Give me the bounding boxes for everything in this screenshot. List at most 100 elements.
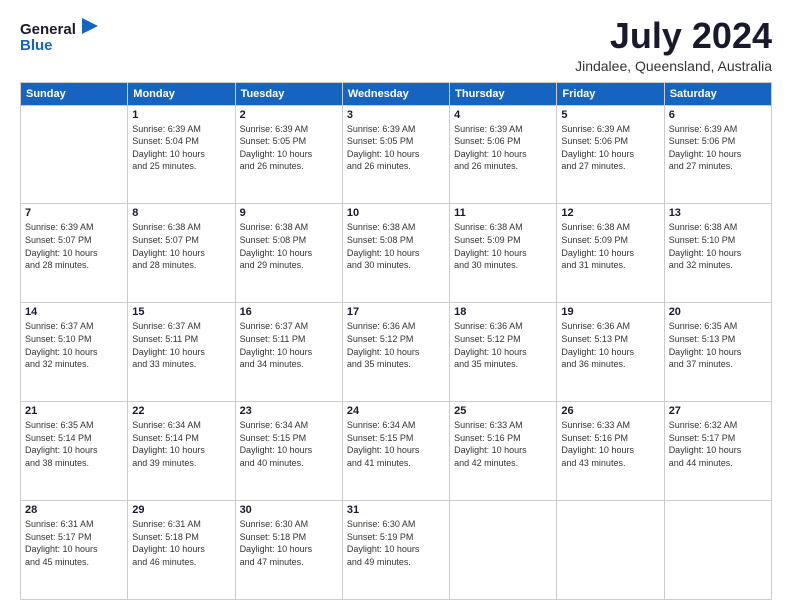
day-number: 7 (25, 207, 123, 219)
day-info: Sunrise: 6:31 AM Sunset: 5:18 PM Dayligh… (132, 518, 230, 568)
weekday-header-row: SundayMondayTuesdayWednesdayThursdayFrid… (21, 82, 772, 105)
day-info: Sunrise: 6:37 AM Sunset: 5:11 PM Dayligh… (132, 320, 230, 370)
day-info: Sunrise: 6:35 AM Sunset: 5:14 PM Dayligh… (25, 419, 123, 469)
month-title: July 2024 (575, 16, 772, 56)
calendar-cell: 23Sunrise: 6:34 AM Sunset: 5:15 PM Dayli… (235, 402, 342, 501)
week-row-5: 28 Sunrise: 6:31 AM Sunset: 5:17 PM Dayli… (21, 501, 772, 600)
week-row-3: 14 Sunrise: 6:37 AM Sunset: 5:10 PM Dayli… (21, 303, 772, 402)
day-info: Sunrise: 6:34 AM Sunset: 5:15 PM Dayligh… (347, 419, 445, 469)
day-number: 28 (25, 504, 123, 516)
day-number: 16 (240, 306, 338, 318)
day-number: 12 (561, 207, 659, 219)
day-info: Sunrise: 6:30 AM Sunset: 5:19 PM Dayligh… (347, 518, 445, 568)
header: General Blue July 2024 Jindalee, Queensl… (20, 16, 772, 74)
day-number: 13 (669, 207, 767, 219)
day-number: 3 (347, 109, 445, 121)
calendar-cell: 15 Sunrise: 6:37 AM Sunset: 5:11 PM Dayli… (128, 303, 235, 402)
calendar-cell: 20 Sunrise: 6:35 AM Sunset: 5:13 PM Dayli… (664, 303, 771, 402)
calendar-cell: 16 Sunrise: 6:37 AM Sunset: 5:11 PM Dayli… (235, 303, 342, 402)
calendar-cell: 27 Sunrise: 6:32 AM Sunset: 5:17 PM Dayli… (664, 402, 771, 501)
day-info: Sunrise: 6:38 AM Sunset: 5:08 PM Dayligh… (240, 221, 338, 271)
day-number: 1 (132, 109, 230, 121)
calendar-cell: 14 Sunrise: 6:37 AM Sunset: 5:10 PM Dayli… (21, 303, 128, 402)
day-number: 14 (25, 306, 123, 318)
calendar-cell: 10Sunrise: 6:38 AM Sunset: 5:08 PM Dayli… (342, 204, 449, 303)
week-row-1: 1Sunrise: 6:39 AM Sunset: 5:04 PM Daylig… (21, 105, 772, 204)
day-info: Sunrise: 6:39 AM Sunset: 5:05 PM Dayligh… (347, 123, 445, 173)
calendar-cell (664, 501, 771, 600)
calendar-cell: 4Sunrise: 6:39 AM Sunset: 5:06 PM Daylig… (450, 105, 557, 204)
day-number: 2 (240, 109, 338, 121)
day-number: 31 (347, 504, 445, 516)
weekday-header-wednesday: Wednesday (342, 82, 449, 105)
day-number: 17 (347, 306, 445, 318)
day-number: 22 (132, 405, 230, 417)
day-info: Sunrise: 6:38 AM Sunset: 5:07 PM Dayligh… (132, 221, 230, 271)
weekday-header-tuesday: Tuesday (235, 82, 342, 105)
svg-text:General: General (20, 21, 76, 38)
day-info: Sunrise: 6:36 AM Sunset: 5:12 PM Dayligh… (347, 320, 445, 370)
weekday-header-friday: Friday (557, 82, 664, 105)
page: General Blue July 2024 Jindalee, Queensl… (0, 0, 792, 612)
calendar-cell: 22 Sunrise: 6:34 AM Sunset: 5:14 PM Dayli… (128, 402, 235, 501)
calendar-cell: 19Sunrise: 6:36 AM Sunset: 5:13 PM Dayli… (557, 303, 664, 402)
calendar-table: SundayMondayTuesdayWednesdayThursdayFrid… (20, 82, 772, 600)
logo-area: General Blue (20, 16, 100, 65)
calendar-cell: 5Sunrise: 6:39 AM Sunset: 5:06 PM Daylig… (557, 105, 664, 204)
day-number: 24 (347, 405, 445, 417)
day-number: 15 (132, 306, 230, 318)
calendar-cell: 3 Sunrise: 6:39 AM Sunset: 5:05 PM Daylig… (342, 105, 449, 204)
weekday-header-thursday: Thursday (450, 82, 557, 105)
day-info: Sunrise: 6:37 AM Sunset: 5:11 PM Dayligh… (240, 320, 338, 370)
title-area: July 2024 Jindalee, Queensland, Australi… (575, 16, 772, 74)
week-row-4: 21 Sunrise: 6:35 AM Sunset: 5:14 PM Dayli… (21, 402, 772, 501)
location-title: Jindalee, Queensland, Australia (575, 58, 772, 74)
day-info: Sunrise: 6:32 AM Sunset: 5:17 PM Dayligh… (669, 419, 767, 469)
day-number: 8 (132, 207, 230, 219)
day-info: Sunrise: 6:38 AM Sunset: 5:10 PM Dayligh… (669, 221, 767, 271)
day-number: 21 (25, 405, 123, 417)
calendar-cell: 26 Sunrise: 6:33 AM Sunset: 5:16 PM Dayli… (557, 402, 664, 501)
calendar-cell: 17 Sunrise: 6:36 AM Sunset: 5:12 PM Dayli… (342, 303, 449, 402)
day-info: Sunrise: 6:35 AM Sunset: 5:13 PM Dayligh… (669, 320, 767, 370)
day-number: 29 (132, 504, 230, 516)
day-info: Sunrise: 6:34 AM Sunset: 5:15 PM Dayligh… (240, 419, 338, 469)
day-number: 30 (240, 504, 338, 516)
calendar-cell: 7Sunrise: 6:39 AM Sunset: 5:07 PM Daylig… (21, 204, 128, 303)
day-number: 9 (240, 207, 338, 219)
day-number: 25 (454, 405, 552, 417)
calendar-cell: 9 Sunrise: 6:38 AM Sunset: 5:08 PM Daylig… (235, 204, 342, 303)
weekday-header-monday: Monday (128, 82, 235, 105)
day-number: 20 (669, 306, 767, 318)
day-number: 27 (669, 405, 767, 417)
week-row-2: 7Sunrise: 6:39 AM Sunset: 5:07 PM Daylig… (21, 204, 772, 303)
day-number: 4 (454, 109, 552, 121)
calendar-cell: 31 Sunrise: 6:30 AM Sunset: 5:19 PM Dayli… (342, 501, 449, 600)
calendar-cell: 12Sunrise: 6:38 AM Sunset: 5:09 PM Dayli… (557, 204, 664, 303)
day-number: 26 (561, 405, 659, 417)
calendar-cell: 30 Sunrise: 6:30 AM Sunset: 5:18 PM Dayli… (235, 501, 342, 600)
day-info: Sunrise: 6:34 AM Sunset: 5:14 PM Dayligh… (132, 419, 230, 469)
day-info: Sunrise: 6:39 AM Sunset: 5:05 PM Dayligh… (240, 123, 338, 173)
day-info: Sunrise: 6:30 AM Sunset: 5:18 PM Dayligh… (240, 518, 338, 568)
calendar-cell (21, 105, 128, 204)
calendar-cell: 18Sunrise: 6:36 AM Sunset: 5:12 PM Dayli… (450, 303, 557, 402)
day-number: 18 (454, 306, 552, 318)
calendar-cell: 6Sunrise: 6:39 AM Sunset: 5:06 PM Daylig… (664, 105, 771, 204)
calendar-cell: 25Sunrise: 6:33 AM Sunset: 5:16 PM Dayli… (450, 402, 557, 501)
logo: General Blue (20, 16, 100, 65)
day-info: Sunrise: 6:39 AM Sunset: 5:06 PM Dayligh… (669, 123, 767, 173)
day-info: Sunrise: 6:31 AM Sunset: 5:17 PM Dayligh… (25, 518, 123, 568)
weekday-header-saturday: Saturday (664, 82, 771, 105)
day-info: Sunrise: 6:33 AM Sunset: 5:16 PM Dayligh… (561, 419, 659, 469)
calendar-cell: 11Sunrise: 6:38 AM Sunset: 5:09 PM Dayli… (450, 204, 557, 303)
day-info: Sunrise: 6:38 AM Sunset: 5:09 PM Dayligh… (454, 221, 552, 271)
svg-text:Blue: Blue (20, 37, 53, 54)
calendar-cell: 24 Sunrise: 6:34 AM Sunset: 5:15 PM Dayli… (342, 402, 449, 501)
day-number: 10 (347, 207, 445, 219)
day-number: 5 (561, 109, 659, 121)
day-info: Sunrise: 6:37 AM Sunset: 5:10 PM Dayligh… (25, 320, 123, 370)
calendar-cell: 1Sunrise: 6:39 AM Sunset: 5:04 PM Daylig… (128, 105, 235, 204)
calendar-cell (557, 501, 664, 600)
calendar-cell: 8 Sunrise: 6:38 AM Sunset: 5:07 PM Daylig… (128, 204, 235, 303)
